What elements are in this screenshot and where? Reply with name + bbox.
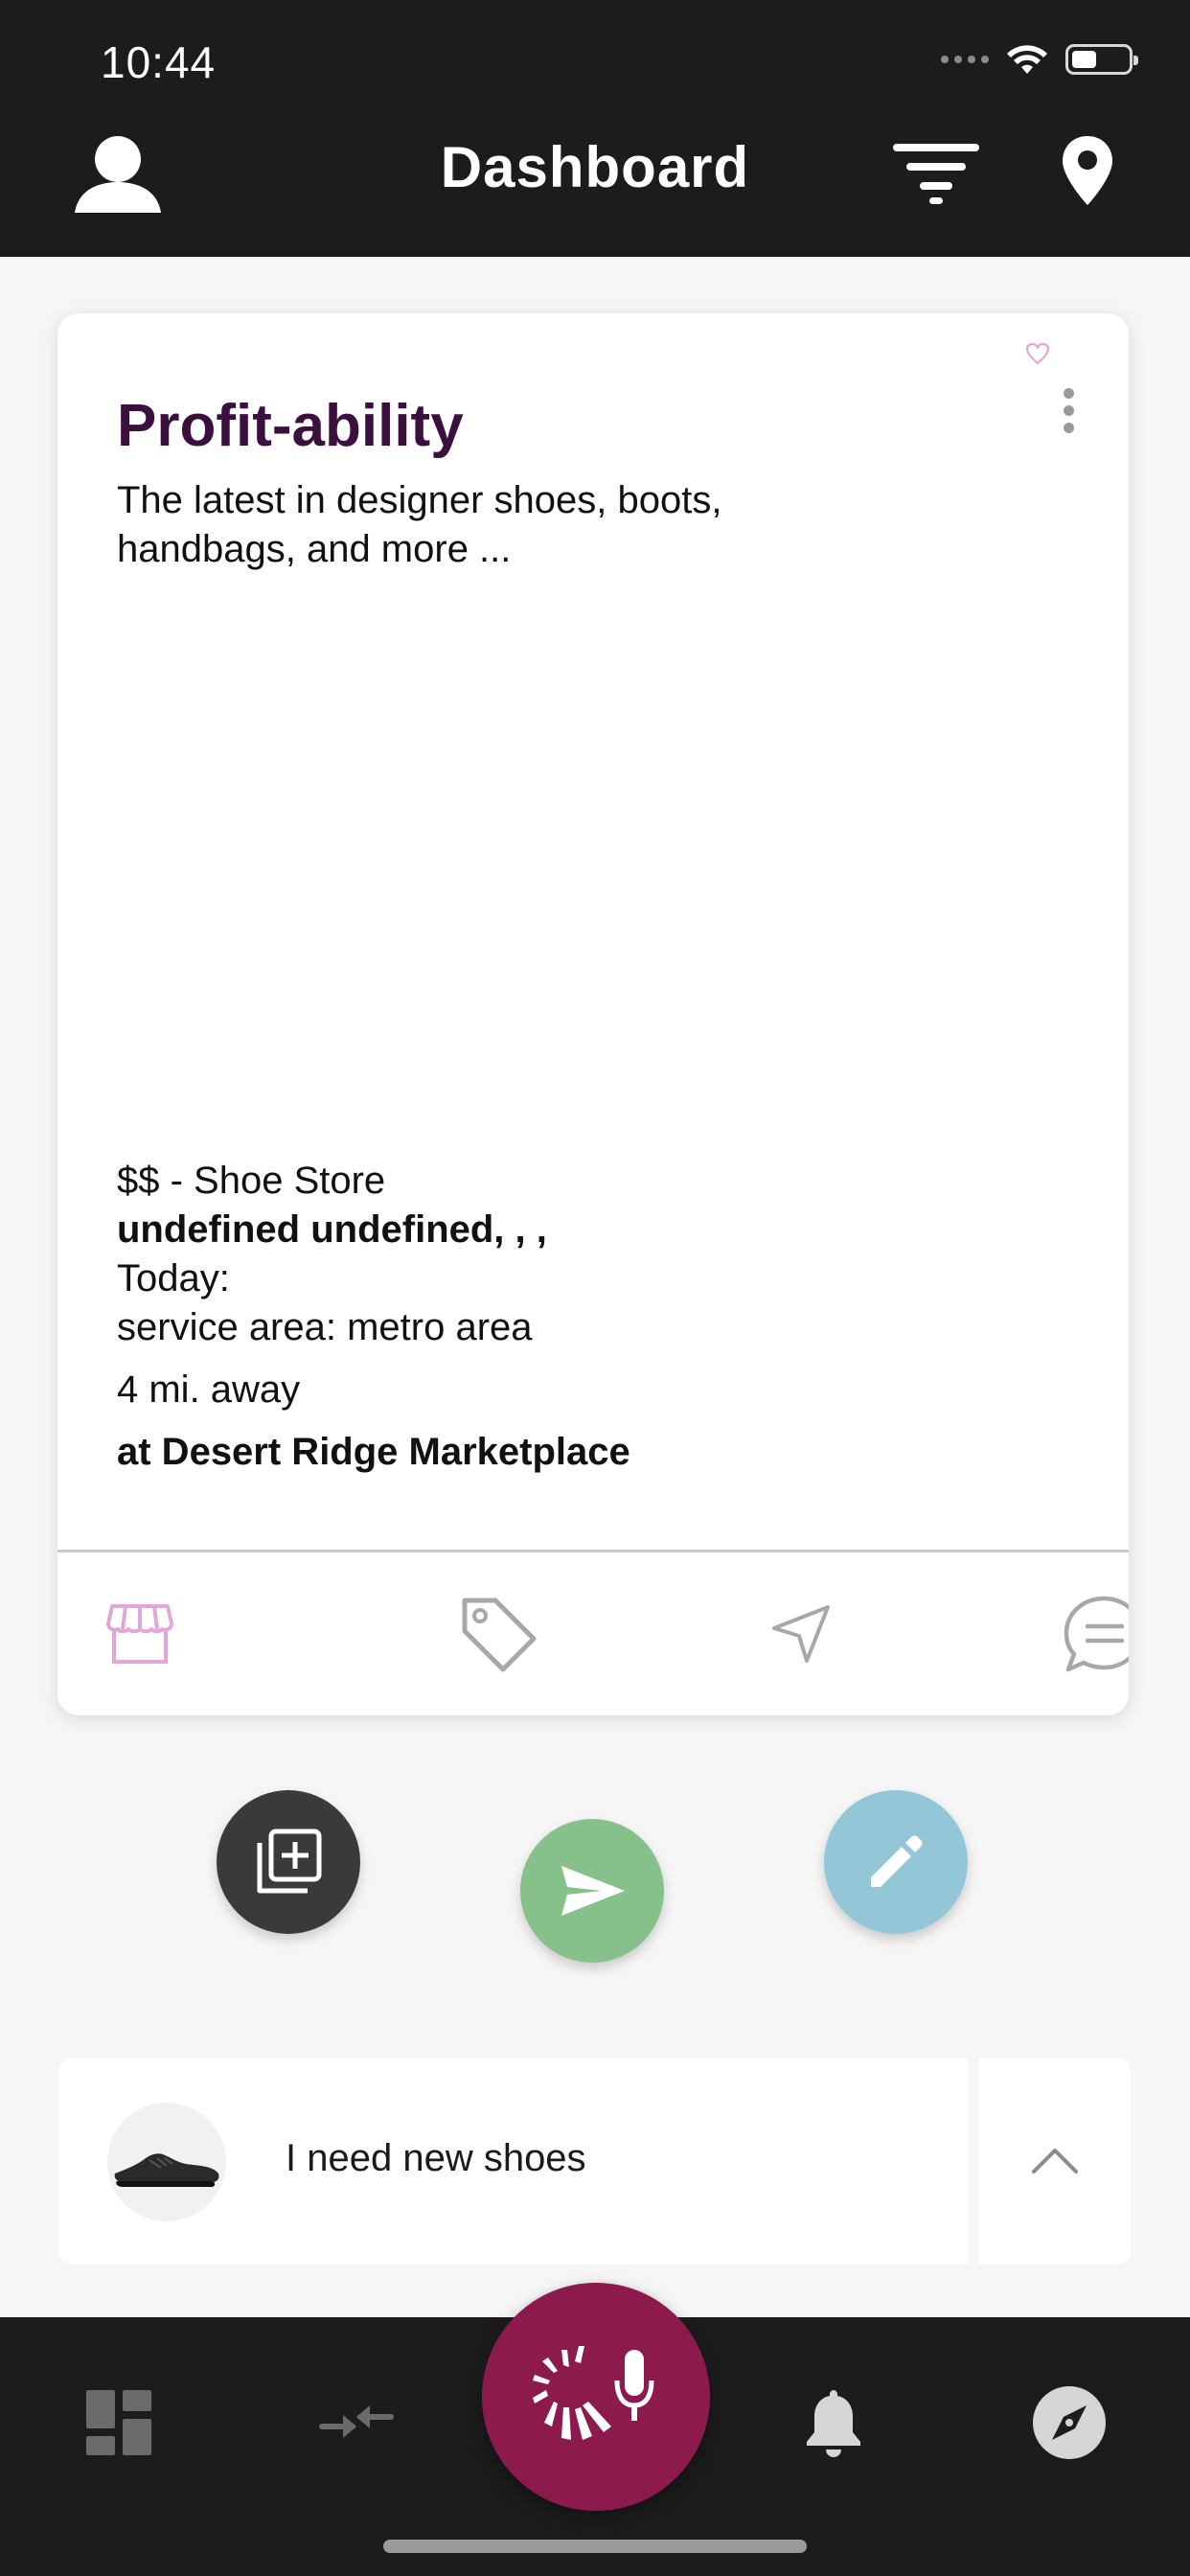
- shoe-avatar: [107, 2103, 226, 2221]
- chevron-up-icon: [1032, 2149, 1078, 2174]
- dashboard-icon: [86, 2390, 151, 2455]
- heart-icon: [1025, 342, 1050, 365]
- exchange-icon: [319, 2405, 394, 2438]
- add-to-collection-button[interactable]: [217, 1790, 360, 1934]
- more-options-button[interactable]: [1054, 388, 1083, 446]
- business-title: Profit-ability: [117, 393, 464, 459]
- wifi-icon: [1007, 45, 1047, 74]
- nav-explore[interactable]: [1021, 2375, 1117, 2471]
- status-indicators: [941, 42, 1138, 77]
- card-action-bar: [57, 1552, 1129, 1715]
- business-info: $$ - Shoe Store undefined undefined, , ,…: [117, 1157, 630, 1477]
- status-time: 10:44: [101, 37, 217, 87]
- deals-button[interactable]: [422, 1552, 575, 1715]
- business-card[interactable]: Profit-ability The latest in designer sh…: [57, 313, 1129, 1715]
- more-vertical-icon: [1063, 388, 1074, 433]
- distance: 4 mi. away: [117, 1368, 301, 1411]
- home-indicator: [383, 2540, 807, 2553]
- location-pin-icon: [1063, 136, 1112, 205]
- battery-icon: [1065, 44, 1138, 75]
- directions-button[interactable]: [724, 1552, 878, 1715]
- battery-fill: [1072, 51, 1096, 68]
- mic-icon: [533, 2346, 654, 2440]
- filter-icon: [893, 144, 979, 204]
- chat-icon: [1064, 1596, 1129, 1672]
- service-area: service area: metro area: [117, 1306, 533, 1348]
- favorite-button[interactable]: [1025, 342, 1050, 370]
- storefront-button[interactable]: [63, 1552, 217, 1715]
- location-name: at Desert Ridge Marketplace: [117, 1431, 630, 1473]
- send-icon: [561, 1866, 625, 1916]
- chat-button[interactable]: [1027, 1552, 1129, 1715]
- nav-notifications[interactable]: [786, 2375, 881, 2471]
- location-button[interactable]: [1061, 134, 1114, 207]
- business-description: The latest in designer shoes, boots, han…: [117, 479, 722, 570]
- navigate-icon: [772, 1605, 830, 1663]
- top-bar: 10:44 Dashboard: [0, 0, 1190, 257]
- business-hours: Today:: [117, 1257, 230, 1300]
- page-title: Dashboard: [440, 135, 750, 199]
- shoe-icon: [114, 2153, 219, 2187]
- price-category: $$ - Shoe Store: [117, 1160, 386, 1202]
- add-to-collection-icon: [257, 1828, 322, 1894]
- cellular-signal-icon: [941, 56, 989, 63]
- edit-icon: [871, 1835, 923, 1887]
- nav-exchange[interactable]: [309, 2375, 404, 2471]
- tag-icon: [462, 1598, 537, 1672]
- storefront-icon: [106, 1604, 173, 1664]
- request-bar: I need new shoes: [59, 2058, 1131, 2264]
- bell-icon: [807, 2390, 860, 2457]
- send-button[interactable]: [520, 1819, 664, 1963]
- request-text: I need new shoes: [286, 2137, 586, 2179]
- compass-icon: [1033, 2386, 1106, 2459]
- business-address: undefined undefined, , ,: [117, 1208, 547, 1251]
- voice-assistant-button[interactable]: [482, 2283, 710, 2511]
- request-item[interactable]: I need new shoes: [59, 2058, 968, 2264]
- edit-button[interactable]: [824, 1790, 968, 1934]
- filter-button[interactable]: [893, 142, 979, 205]
- expand-toggle-button[interactable]: [979, 2058, 1131, 2264]
- nav-dashboard[interactable]: [71, 2375, 167, 2471]
